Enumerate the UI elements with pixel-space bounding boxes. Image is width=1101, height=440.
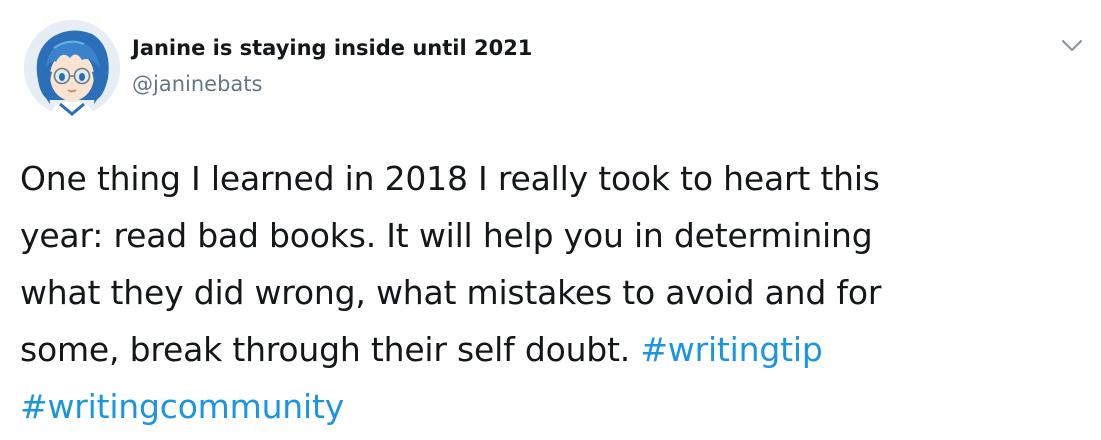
tweet-text-line: #writingcommunity xyxy=(20,378,1080,435)
tweet-text-line: year: read bad books. It will help you i… xyxy=(20,216,873,255)
user-handle[interactable]: @janinebats xyxy=(132,71,262,97)
avatar-image xyxy=(24,20,120,116)
avatar[interactable] xyxy=(24,20,120,116)
hashtag-link[interactable]: #writingcommunity xyxy=(20,387,344,426)
tweet-text-line: what they did wrong, what mistakes to av… xyxy=(20,273,882,312)
display-name[interactable]: Janine is staying inside until 2021 xyxy=(132,35,532,61)
chevron-down-icon xyxy=(1061,39,1083,52)
tweet-text-line: One thing I learned in 2018 I really too… xyxy=(20,159,880,198)
tweet-text: One thing I learned in 2018 I really too… xyxy=(20,150,1080,435)
tweet-text-segment: some, break through their self doubt. xyxy=(20,330,641,369)
hashtag-link[interactable]: #writingtip xyxy=(640,330,822,369)
tweet-card: Janine is staying inside until 2021 @jan… xyxy=(0,0,1101,440)
tweet-menu-button[interactable] xyxy=(1056,32,1088,60)
tweet-text-line: some, break through their self doubt. #w… xyxy=(20,321,1080,378)
